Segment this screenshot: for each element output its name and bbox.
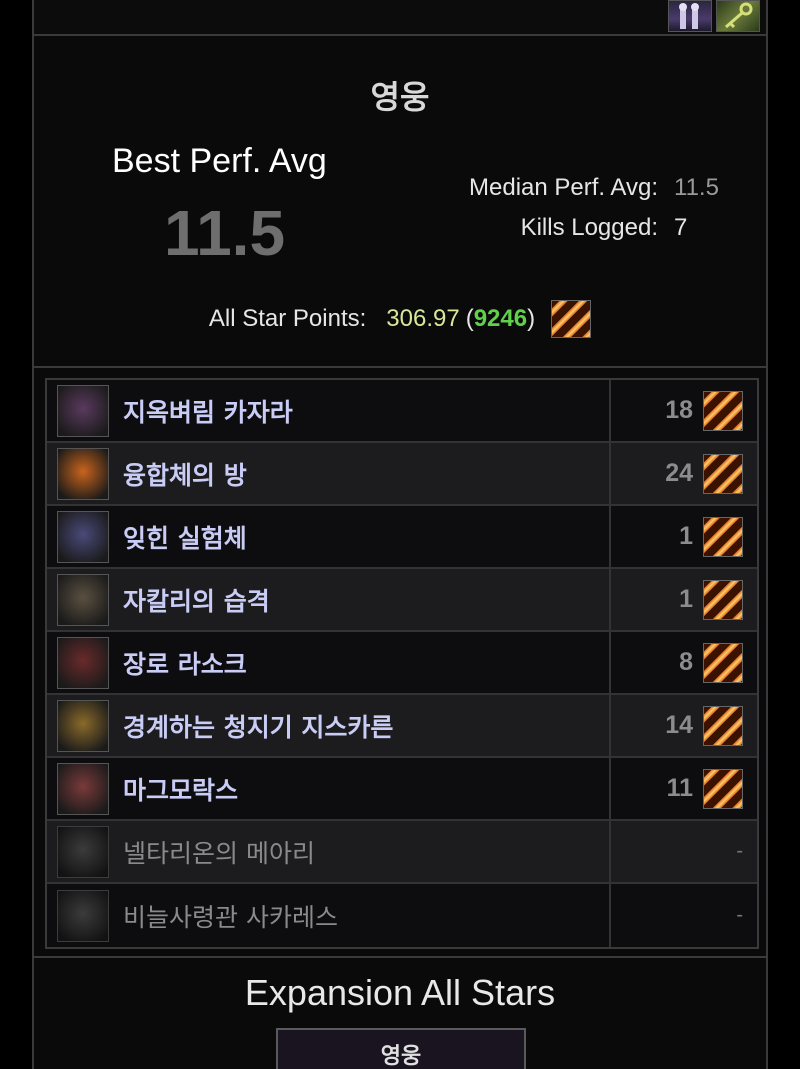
boss-score-cell: 11	[611, 758, 757, 819]
boss-row[interactable]: 넬타리온의 메아리 -	[47, 821, 757, 884]
performance-summary: 영웅 Best Perf. Avg 11.5 Median Perf. Avg:…	[32, 36, 768, 368]
boss-name-cell[interactable]: 잊힌 실험체	[47, 506, 611, 567]
boss-name-cell[interactable]: 마그모락스	[47, 758, 611, 819]
boss-table: 지옥벼림 카자라 18 융합체의 방 24 잊힌 실험체 1 자칼리의 습격 1 장로 라소크 8…	[45, 378, 759, 949]
boss-row[interactable]: 자칼리의 습격 1	[47, 569, 757, 632]
boss-name[interactable]: 융합체의 방	[123, 456, 247, 492]
boss-score-cell: 1	[611, 506, 757, 567]
spec-flame-icon	[703, 390, 743, 431]
armor-set-icon[interactable]	[668, 0, 712, 32]
kills-logged-row: Kills Logged: 7	[521, 214, 726, 242]
spec-flame-icon	[703, 705, 743, 746]
boss-magmorax-icon	[57, 762, 109, 815]
best-perf-value: 11.5	[164, 197, 286, 269]
key-icon[interactable]	[716, 0, 760, 32]
boss-score-cell: 18	[611, 380, 757, 441]
boss-name[interactable]: 넬타리온의 메아리	[123, 834, 315, 870]
all-star-rank-close: )	[527, 305, 536, 332]
boss-score-cell: -	[611, 821, 757, 882]
spec-flame-icon	[703, 579, 743, 620]
boss-name-cell[interactable]: 넬타리온의 메아리	[47, 821, 611, 882]
kills-logged-value: 7	[674, 214, 688, 241]
boss-row[interactable]: 지옥벼림 카자라 18	[47, 380, 757, 443]
boss-name-cell[interactable]: 융합체의 방	[47, 443, 611, 504]
boss-name[interactable]: 자칼리의 습격	[123, 582, 270, 618]
boss-sarkareth-icon	[57, 889, 109, 942]
boss-score-cell: 1	[611, 569, 757, 630]
all-star-rank-open: (	[465, 305, 474, 332]
median-perf-label: Median Perf. Avg:	[469, 174, 658, 201]
top-strip	[32, 0, 768, 36]
boss-score-cell: -	[611, 884, 757, 947]
boss-row[interactable]: 비늘사령관 사카레스 -	[47, 884, 757, 947]
boss-name-cell[interactable]: 자칼리의 습격	[47, 569, 611, 630]
boss-score-cell: 24	[611, 443, 757, 504]
all-star-points-row: All Star Points: 306.97 (9246)	[34, 300, 766, 338]
boss-name[interactable]: 지옥벼림 카자라	[123, 393, 293, 429]
spec-flame-icon	[703, 516, 743, 557]
expansion-all-stars-section: Expansion All Stars 영웅	[32, 958, 768, 1069]
boss-list-panel: 지옥벼림 카자라 18 융합체의 방 24 잊힌 실험체 1 자칼리의 습격 1 장로 라소크 8…	[32, 368, 768, 958]
boss-row[interactable]: 경계하는 청지기 지스카른 14	[47, 695, 757, 758]
spec-flame-icon	[703, 768, 743, 809]
spec-flame-icon	[703, 642, 743, 683]
kills-logged-label: Kills Logged:	[520, 214, 658, 241]
boss-name[interactable]: 마그모락스	[123, 771, 238, 807]
boss-zskarn-icon	[57, 699, 109, 752]
best-perf-label: Best Perf. Avg	[112, 142, 327, 180]
median-perf-row: Median Perf. Avg: 11.5	[469, 174, 726, 202]
boss-score: 18	[665, 396, 693, 424]
boss-row[interactable]: 잊힌 실험체 1	[47, 506, 757, 569]
boss-score: 8	[679, 648, 693, 676]
boss-name[interactable]: 경계하는 청지기 지스카른	[123, 708, 393, 744]
expansion-all-stars-title: Expansion All Stars	[244, 972, 556, 1013]
boss-score-cell: 14	[611, 695, 757, 756]
boss-score: -	[736, 904, 743, 926]
boss-score: 11	[666, 774, 693, 802]
boss-zaqali-icon	[57, 573, 109, 626]
boss-score-cell: 8	[611, 632, 757, 693]
boss-row[interactable]: 장로 라소크 8	[47, 632, 757, 695]
top-icon-group	[668, 0, 760, 32]
boss-name[interactable]: 비늘사령관 사카레스	[123, 898, 338, 934]
median-perf-value: 11.5	[674, 174, 719, 201]
difficulty-title: 영웅	[370, 78, 430, 116]
boss-rashok-icon	[57, 636, 109, 689]
spec-flame-icon	[703, 453, 743, 494]
all-star-rank-value[interactable]: 9246	[474, 305, 527, 333]
boss-row[interactable]: 융합체의 방 24	[47, 443, 757, 506]
boss-score: 24	[665, 459, 693, 487]
boss-name-cell[interactable]: 경계하는 청지기 지스카른	[47, 695, 611, 756]
boss-score: 1	[679, 522, 693, 550]
boss-row[interactable]: 마그모락스 11	[47, 758, 757, 821]
all-star-points-label: All Star Points:	[208, 305, 367, 332]
boss-score: -	[736, 840, 743, 862]
boss-name-cell[interactable]: 비늘사령관 사카레스	[47, 884, 611, 947]
boss-score: 14	[665, 711, 693, 739]
boss-name[interactable]: 장로 라소크	[123, 645, 247, 681]
boss-experiments-icon	[57, 510, 109, 563]
spec-flame-icon	[551, 300, 592, 338]
all-star-points-value: 306.97	[386, 305, 460, 332]
boss-name[interactable]: 잊힌 실험체	[123, 519, 247, 555]
boss-name-cell[interactable]: 지옥벼림 카자라	[47, 380, 611, 441]
boss-chamber-icon	[57, 447, 109, 500]
boss-neltharion-icon	[57, 825, 109, 878]
boss-name-cell[interactable]: 장로 라소크	[47, 632, 611, 693]
difficulty-select[interactable]: 영웅	[276, 1028, 526, 1069]
boss-kazzara-icon	[57, 384, 109, 437]
boss-score: 1	[679, 585, 693, 613]
